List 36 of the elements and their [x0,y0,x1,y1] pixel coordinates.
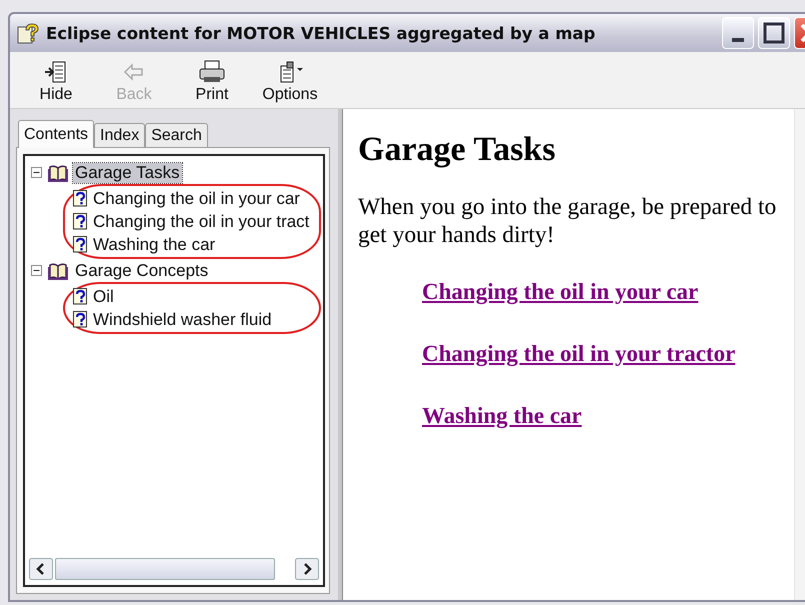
help-topic-icon [73,311,88,328]
hide-button[interactable]: Hide [20,60,92,104]
scroll-right-button[interactable] [295,558,319,580]
page-heading: Garage Tasks [358,131,556,169]
help-book-icon [16,21,40,45]
minimize-button[interactable] [722,17,754,49]
book-icon [48,164,68,182]
help-topic-icon [73,190,88,207]
window-title: Eclipse content for MOTOR VEHICLES aggregated by a map [46,24,596,42]
topic-link[interactable]: Washing the car [422,403,582,429]
book-icon [48,262,68,280]
tree-item[interactable]: Garage Concepts [73,260,210,280]
printer-icon [197,60,227,84]
tab[interactable]: Contents [18,120,94,148]
paragraph: When you go into the garage, be prepared to get your hands dirty! [358,193,778,249]
help-topic-icon [73,288,88,305]
help-topic-icon [73,213,88,230]
tab[interactable]: Search [145,123,208,147]
minimize-icon [732,38,744,42]
print-button[interactable]: Print [176,60,248,104]
tree-item[interactable]: Washing the car [93,234,216,254]
tree-item[interactable]: Garage Tasks [73,162,182,182]
options-button[interactable]: Options [254,60,326,104]
tree-item[interactable]: Changing the oil in your car [93,188,300,208]
topic-link[interactable]: Changing the oil in your tractor [422,341,736,367]
tree-item[interactable]: Changing the oil in your tract [93,212,310,232]
topic-link[interactable]: Changing the oil in your car [422,279,698,305]
scrollbar-thumb[interactable] [55,558,275,580]
collapse-icon[interactable] [31,167,42,178]
tree-item[interactable]: Oil [93,286,114,306]
tab[interactable]: Index [94,123,146,147]
maximize-button[interactable] [758,17,790,49]
collapse-icon[interactable] [31,265,42,276]
scroll-left-button[interactable] [29,558,53,580]
tree-item[interactable]: Windshield washer fluid [93,310,272,330]
help-topic-icon [73,236,88,253]
